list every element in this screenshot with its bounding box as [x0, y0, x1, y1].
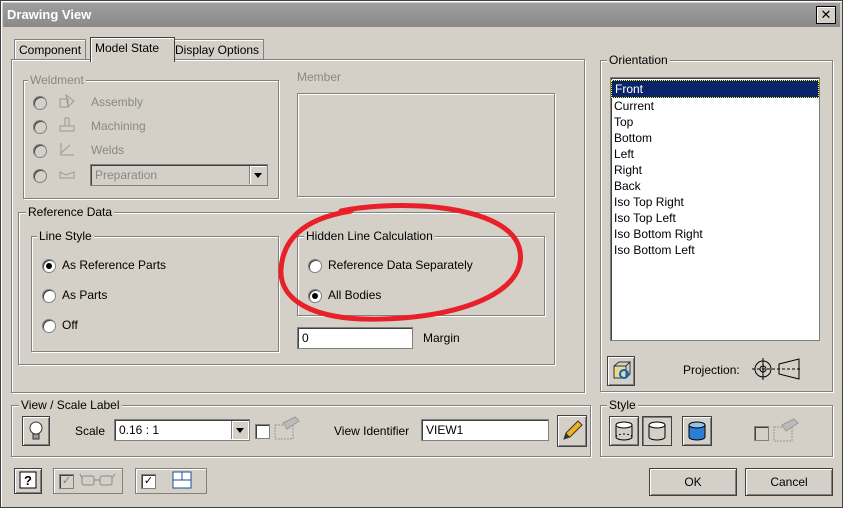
list-item[interactable]: Current — [611, 98, 819, 114]
radio-assembly[interactable] — [33, 96, 47, 110]
radio-welds[interactable] — [33, 144, 47, 158]
annotation-ellipse — [278, 203, 523, 322]
toggle-label-visibility-button[interactable] — [22, 416, 50, 446]
cylinder-hidden-line-removed-icon — [648, 421, 666, 441]
display-view-checkbox[interactable]: ✓ — [141, 474, 156, 489]
window-title: Drawing View — [7, 7, 92, 22]
list-item[interactable]: Bottom — [611, 130, 819, 146]
machining-icon — [59, 117, 75, 132]
help-icon: ? — [19, 471, 37, 489]
first-angle-projection-icon[interactable] — [751, 357, 803, 381]
as-reference-parts-label: As Reference Parts — [62, 258, 167, 272]
off-label: Off — [62, 318, 78, 332]
reference-data-label: Reference Data — [26, 205, 115, 219]
member-box[interactable] — [297, 93, 555, 197]
as-parts-label: As Parts — [62, 288, 108, 302]
welds-label: Welds — [91, 143, 125, 157]
scale-label-checkbox[interactable] — [255, 424, 270, 439]
radio-preparation[interactable] — [33, 169, 47, 183]
scale-dropdown[interactable]: 0.16 : 1 — [114, 419, 250, 441]
cylinder-hidden-line-icon — [615, 421, 633, 441]
close-button[interactable]: ✕ — [816, 6, 836, 24]
style-from-base-checkbox[interactable] — [754, 426, 769, 441]
orientation-label: Orientation — [607, 53, 670, 67]
title-bar[interactable]: Drawing View ✕ — [3, 3, 840, 27]
view-identifier-input[interactable]: VIEW1 — [421, 419, 549, 441]
margin-input[interactable]: 0 — [297, 327, 413, 349]
list-item[interactable]: Iso Top Right — [611, 194, 819, 210]
preparation-icon — [59, 171, 75, 179]
hidden-line-style-button[interactable] — [609, 416, 639, 446]
member-label: Member — [297, 70, 342, 84]
help-button[interactable]: ? — [14, 468, 42, 494]
style-label: Style — [607, 398, 638, 412]
change-view-orientation-button[interactable] — [607, 356, 635, 386]
list-item[interactable]: Front — [611, 80, 819, 98]
orientation-list[interactable]: Front Current Top Bottom Left Right Back… — [610, 77, 820, 341]
list-item[interactable]: Iso Bottom Right — [611, 226, 819, 242]
preparation-value: Preparation — [95, 168, 158, 182]
welds-icon — [60, 143, 74, 156]
pencil-icon — [563, 420, 583, 440]
style-from-base-icon — [773, 418, 799, 442]
view-identifier-label: View Identifier — [334, 424, 410, 438]
radio-machining[interactable] — [33, 120, 47, 134]
radio-as-parts[interactable] — [42, 289, 56, 303]
list-item[interactable]: Back — [611, 178, 819, 194]
list-item[interactable]: Left — [611, 146, 819, 162]
chevron-down-icon — [231, 421, 248, 439]
light-bulb-icon — [29, 421, 43, 440]
preparation-dropdown[interactable]: Preparation — [90, 164, 268, 186]
scale-label: Scale — [75, 424, 106, 438]
tab-display-options[interactable]: Display Options — [170, 39, 265, 60]
radio-as-reference-parts[interactable] — [42, 259, 56, 273]
scale-value: 0.16 : 1 — [119, 423, 160, 437]
edit-view-label-button[interactable] — [557, 415, 587, 447]
radio-dot — [46, 263, 52, 269]
chevron-down-icon — [249, 166, 266, 184]
line-style-label: Line Style — [37, 229, 94, 243]
assembly-icon — [59, 93, 75, 109]
assembly-label: Assembly — [91, 95, 144, 109]
tab-model-state[interactable]: Model State — [90, 37, 175, 62]
list-item[interactable]: Iso Top Left — [611, 210, 819, 226]
edit-label-icon[interactable] — [273, 415, 301, 441]
close-icon: ✕ — [820, 7, 832, 22]
drawing-view-dialog: Drawing View ✕ Component Model State Dis… — [0, 0, 843, 508]
margin-label: Margin — [423, 331, 460, 345]
hidden-line-removed-style-button[interactable] — [642, 416, 672, 446]
radio-off[interactable] — [42, 319, 56, 333]
disabled-checkbox[interactable]: ✓ — [59, 474, 74, 489]
orientation-items: Front Current Top Bottom Left Right Back… — [611, 78, 819, 258]
projection-label: Projection: — [683, 363, 740, 377]
view-layout-icon — [172, 471, 192, 489]
view-scale-label: View / Scale Label — [19, 398, 122, 412]
list-item[interactable]: Iso Bottom Left — [611, 242, 819, 258]
weldment-label: Weldment — [28, 73, 86, 87]
tab-component[interactable]: Component — [14, 39, 87, 60]
view-cube-icon — [613, 361, 632, 379]
ok-button[interactable]: OK — [649, 468, 737, 496]
list-item[interactable]: Top — [611, 114, 819, 130]
list-item[interactable]: Right — [611, 162, 819, 178]
svg-text:?: ? — [24, 473, 32, 488]
shaded-style-button[interactable] — [682, 416, 712, 446]
glasses-icon — [79, 473, 116, 486]
cylinder-shaded-icon — [688, 421, 706, 441]
machining-label: Machining — [91, 119, 146, 133]
cancel-button[interactable]: Cancel — [745, 468, 833, 496]
